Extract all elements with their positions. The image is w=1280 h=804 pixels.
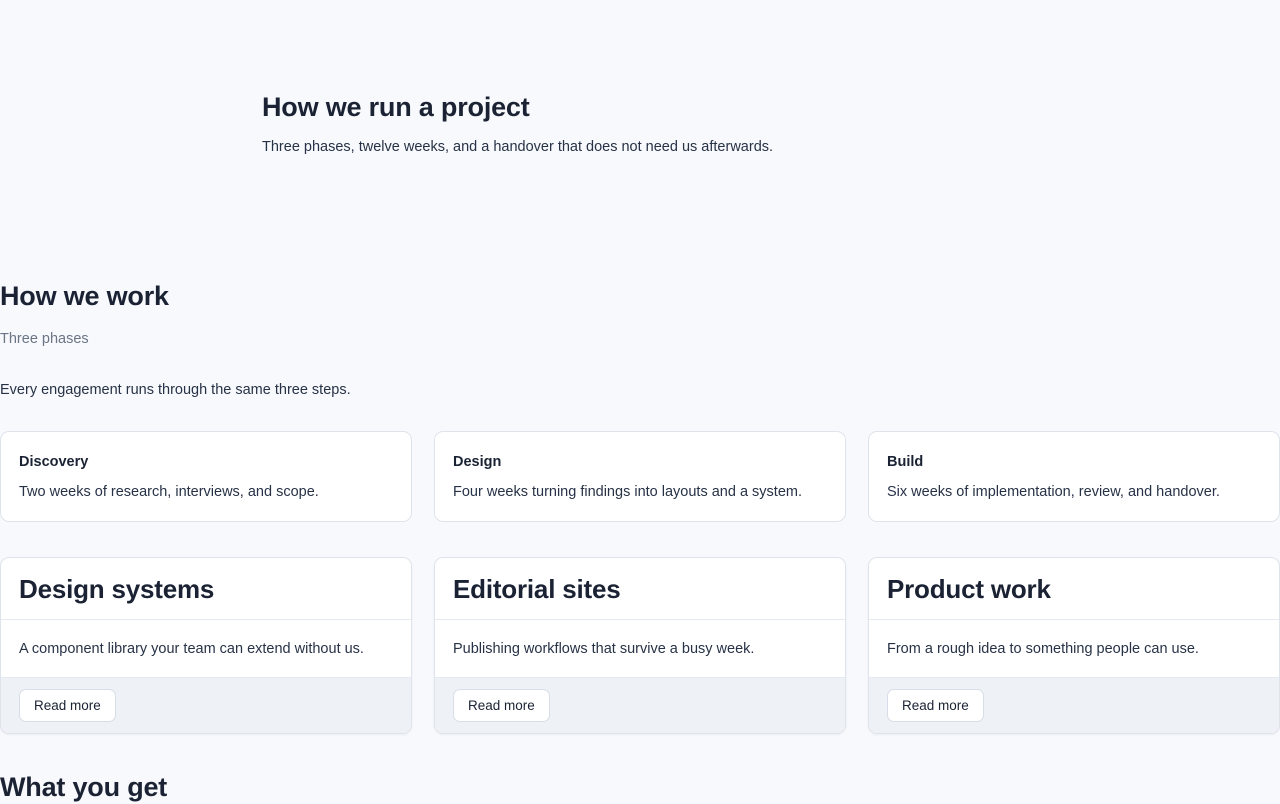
card-header: Design systems	[1, 558, 411, 620]
hero-section: How we run a project Three phases, twelv…	[262, 90, 962, 157]
service-cards: Design systems A component library your …	[0, 557, 1280, 734]
phase-description: Four weeks turning findings into layouts…	[453, 484, 802, 500]
section-eyebrow: Three phases	[0, 331, 89, 347]
service-card-product-work: Product work From a rough idea to someth…	[868, 557, 1280, 734]
card-description: Publishing workflows that survive a busy…	[435, 620, 845, 678]
hero-subtitle: Three phases, twelve weeks, and a handov…	[262, 139, 774, 155]
section-intro: Every engagement runs through the same t…	[0, 382, 351, 398]
card-title: Product work	[887, 574, 1051, 604]
card-title: Design systems	[19, 574, 215, 604]
phase-card-discovery: Discovery Two weeks of research, intervi…	[0, 431, 412, 522]
read-more-button[interactable]: Read more	[453, 689, 550, 722]
phase-title: Discovery	[19, 454, 89, 470]
service-card-editorial-sites: Editorial sites Publishing workflows tha…	[434, 557, 846, 734]
phase-title: Design	[453, 454, 502, 470]
card-title: Editorial sites	[453, 574, 621, 604]
phase-title: Build	[887, 454, 924, 470]
card-header: Editorial sites	[435, 558, 845, 620]
card-description: A component library your team can extend…	[1, 620, 411, 678]
service-card-design-systems: Design systems A component library your …	[0, 557, 412, 734]
card-footer: Read more	[1, 678, 411, 733]
phase-description: Six weeks of implementation, review, and…	[887, 484, 1220, 500]
how-we-work-section: How we work Three phases Every engagemen…	[0, 279, 1280, 400]
card-footer: Read more	[435, 678, 845, 733]
phase-list: Discovery Two weeks of research, intervi…	[0, 431, 1280, 522]
phase-description: Two weeks of research, interviews, and s…	[19, 484, 319, 500]
what-you-get-title: What you get	[0, 772, 168, 802]
phase-card-design: Design Four weeks turning findings into …	[434, 431, 846, 522]
read-more-button[interactable]: Read more	[19, 689, 116, 722]
card-footer: Read more	[869, 678, 1279, 733]
card-header: Product work	[869, 558, 1279, 620]
read-more-button[interactable]: Read more	[887, 689, 984, 722]
card-description: From a rough idea to something people ca…	[869, 620, 1279, 678]
hero-title: How we run a project	[262, 92, 530, 122]
phase-card-build: Build Six weeks of implementation, revie…	[868, 431, 1280, 522]
section-title: How we work	[0, 281, 169, 311]
